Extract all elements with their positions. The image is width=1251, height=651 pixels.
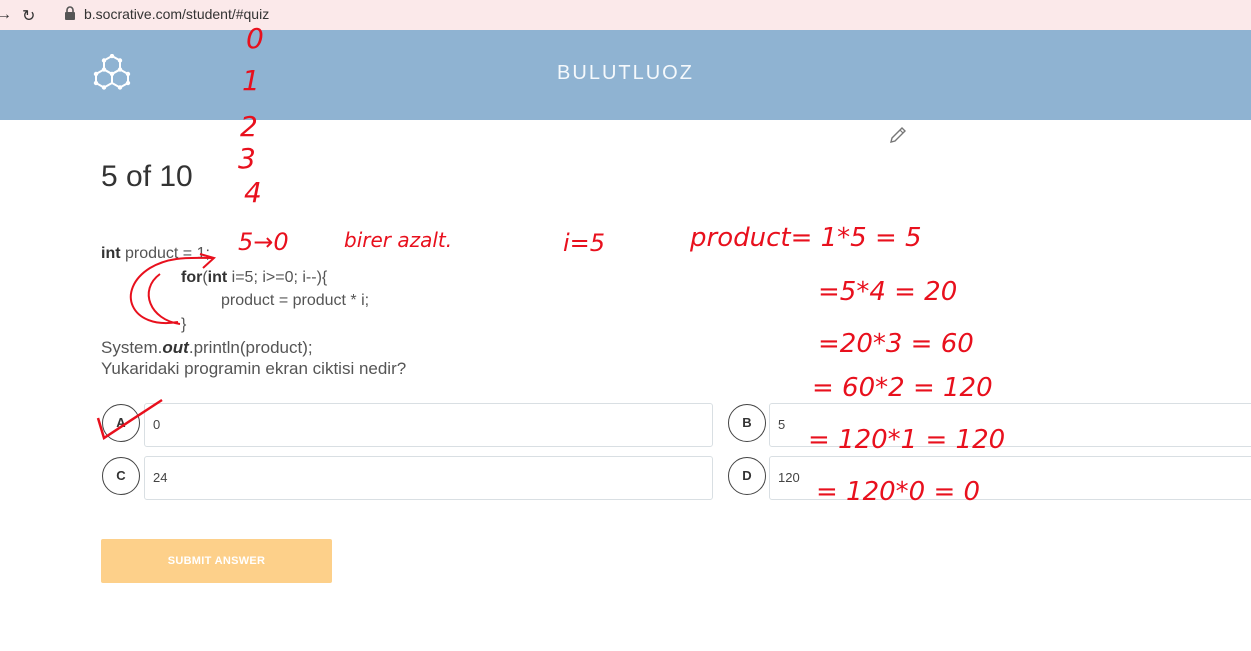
answer-text: 5 — [778, 417, 786, 432]
code-text: .println(product); — [188, 338, 313, 357]
step-3: =20*3 = 60 — [818, 329, 974, 359]
answer-letter-b[interactable]: B — [728, 404, 766, 442]
step-2: =5*4 = 20 — [818, 277, 957, 307]
code-line-2: for(int i=5; i>=0; i--){ — [101, 266, 369, 290]
answer-option-c[interactable]: 24 — [144, 456, 713, 500]
code-text: product = 1; — [120, 245, 210, 262]
question-code: int product = 1; for(int i=5; i>=0; i--)… — [101, 242, 369, 360]
countdown-4: 4 — [244, 176, 262, 209]
code-text: i=5; i>=0; i--){ — [227, 268, 328, 286]
room-name: BULUTLUOZ — [557, 62, 694, 84]
browser-toolbar: → ↻ b.socrative.com/student/#quiz — [0, 0, 1251, 31]
answer-option-d[interactable]: 120 — [769, 456, 1251, 500]
answer-text: 120 — [778, 470, 800, 485]
code-keyword: out — [162, 338, 189, 357]
step-1: product= 1*5 = 5 — [689, 223, 922, 253]
back-arrow-icon[interactable]: → — [0, 6, 12, 24]
question-counter: 5 of 10 — [101, 160, 193, 193]
code-line-5: System.out.println(product); — [101, 336, 369, 360]
step-4: = 60*2 = 120 — [812, 373, 993, 403]
answer-letter-a[interactable]: A — [102, 404, 140, 442]
code-line-4: } — [181, 315, 187, 333]
code-keyword: int — [101, 245, 121, 262]
code-keyword: int — [207, 268, 228, 286]
code-text: System. — [101, 338, 163, 357]
app-header: BULUTLUOZ — [0, 30, 1251, 120]
pencil-icon — [888, 125, 908, 150]
code-line-3: product = product * i; — [221, 292, 370, 309]
answer-letter-c[interactable]: C — [102, 457, 140, 495]
address-bar-url[interactable]: b.socrative.com/student/#quiz — [84, 6, 269, 22]
i-value-note: i=5 — [563, 229, 605, 257]
answer-option-b[interactable]: 5 — [769, 403, 1251, 447]
countdown-3: 3 — [238, 142, 256, 175]
lock-icon[interactable] — [64, 6, 76, 25]
question-text: Yukaridaki programin ekran ciktisi nedir… — [101, 359, 407, 378]
code-keyword: for — [181, 268, 203, 286]
answer-text: 0 — [153, 417, 161, 432]
submit-answer-button[interactable]: SUBMIT ANSWER — [101, 539, 332, 583]
answer-text: 24 — [153, 470, 168, 485]
answer-letter-d[interactable]: D — [728, 457, 766, 495]
code-line-1: int product = 1; — [101, 242, 369, 266]
answer-option-a[interactable]: 0 — [144, 403, 713, 447]
reload-icon[interactable]: ↻ — [22, 6, 35, 26]
